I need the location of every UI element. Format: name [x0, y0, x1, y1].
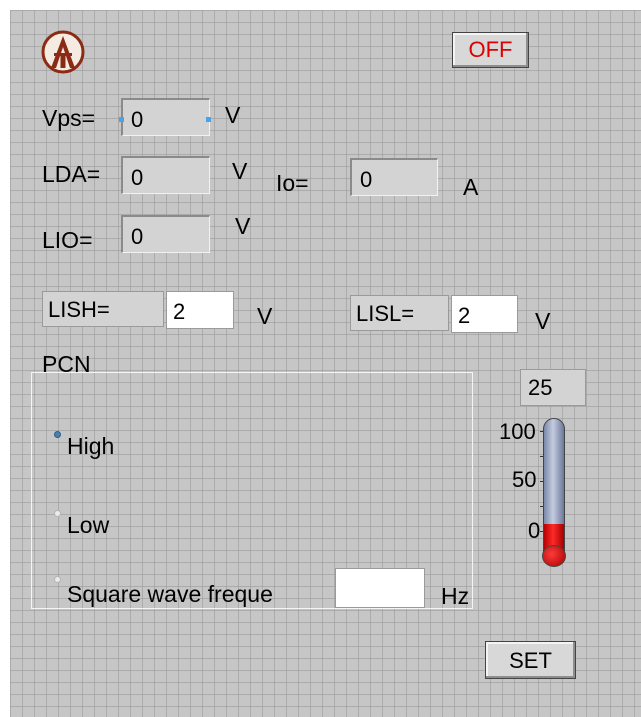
- thermo-scale-100: 100: [499, 419, 536, 444]
- vps-label: Vps=: [42, 105, 96, 131]
- lisl-unit: V: [535, 308, 551, 334]
- thermo-tick-25: [540, 506, 543, 507]
- io-label: Io=: [276, 170, 309, 196]
- square-wave-frequency-input[interactable]: [335, 568, 425, 608]
- set-button[interactable]: SET: [485, 641, 576, 679]
- thermo-tick-50: [540, 481, 543, 482]
- lisl-label: LISL=: [350, 295, 449, 331]
- io-indicator: 0: [350, 158, 438, 196]
- radio-high[interactable]: [54, 431, 61, 438]
- lio-indicator: 0: [121, 215, 210, 253]
- lda-unit: V: [232, 158, 248, 184]
- power-button[interactable]: OFF: [452, 32, 529, 68]
- selection-handle-right[interactable]: [206, 117, 211, 122]
- radio-square-wave-label[interactable]: Square wave freque: [67, 583, 273, 606]
- io-unit: A: [463, 174, 479, 200]
- selection-handle-left[interactable]: [119, 117, 124, 122]
- lish-input[interactable]: 2: [166, 291, 234, 329]
- lda-indicator: 0: [121, 156, 210, 194]
- thermo-scale-0: 0: [528, 518, 541, 543]
- radio-high-label[interactable]: High: [67, 435, 114, 458]
- thermometer-tube: [543, 418, 565, 563]
- radio-low-label[interactable]: Low: [67, 514, 109, 537]
- thermo-scale-50: 50: [512, 467, 537, 492]
- frequency-unit: Hz: [441, 583, 470, 609]
- tower-logo-icon: [41, 30, 85, 74]
- lio-unit: V: [235, 213, 251, 239]
- thermo-tick-100: [540, 431, 543, 432]
- thermo-tick-75: [540, 456, 543, 457]
- temperature-readout: 25: [520, 369, 586, 406]
- vps-unit: V: [225, 102, 241, 128]
- lish-label: LISH=: [42, 291, 164, 327]
- radio-square-wave[interactable]: [54, 576, 61, 583]
- lio-label: LIO=: [42, 227, 93, 253]
- thermo-tick-0: [540, 531, 543, 532]
- lish-unit: V: [257, 303, 273, 329]
- vps-indicator: 0: [121, 98, 210, 136]
- radio-low[interactable]: [54, 510, 61, 517]
- lda-label: LDA=: [42, 161, 101, 187]
- front-panel: [10, 10, 641, 717]
- lisl-input[interactable]: 2: [451, 295, 518, 333]
- thermometer-bulb: [542, 545, 566, 567]
